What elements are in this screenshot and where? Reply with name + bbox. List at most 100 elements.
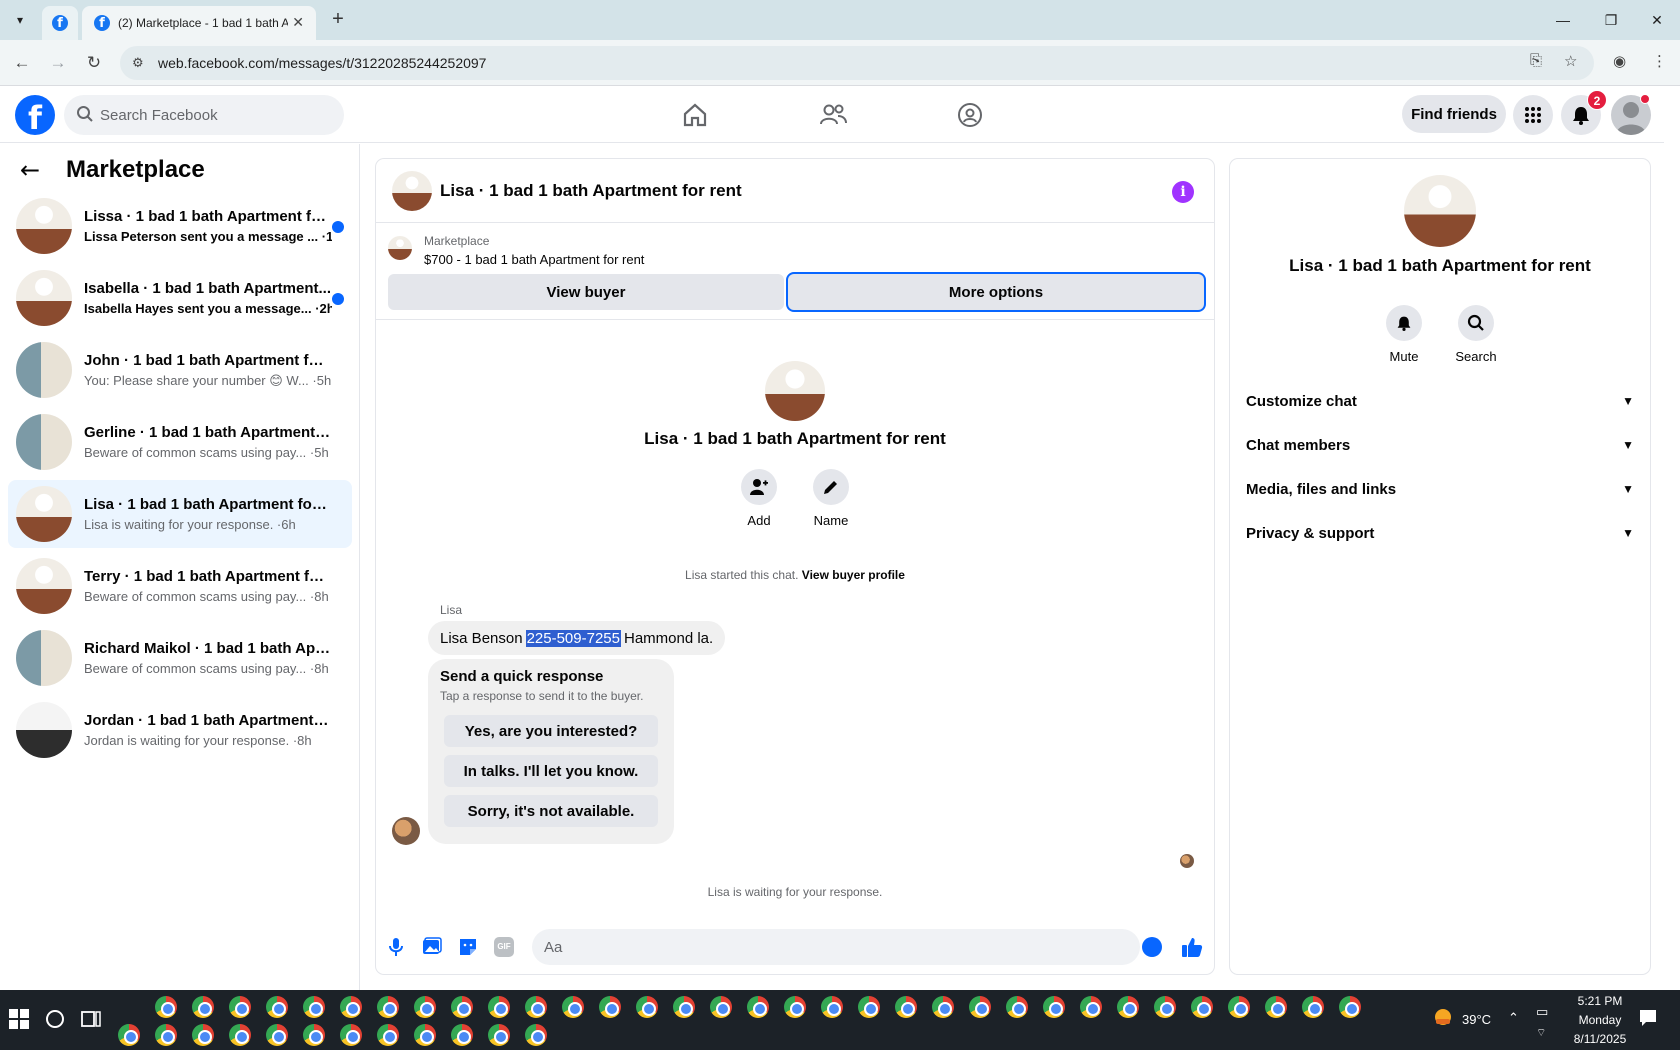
tab-close-icon[interactable]: ✕ [292,14,304,31]
menu-button[interactable] [1513,95,1553,135]
media-files-links-section[interactable]: Media, files and links ▼ [1246,469,1634,509]
taskbar-chrome-window-icon[interactable] [488,996,510,1018]
taskbar-chrome-window-icon[interactable] [414,996,436,1018]
find-friends-button[interactable]: Find friends [1402,95,1506,133]
taskbar-chrome-window-icon[interactable] [1043,996,1065,1018]
taskbar-chrome-window-icon[interactable] [340,1024,362,1046]
page-scrollbar[interactable] [1664,87,1680,990]
tab-marketplace[interactable]: f (2) Marketplace - 1 bad 1 bath Apartme… [82,6,316,40]
taskbar-chrome-window-icon[interactable] [451,1024,473,1046]
taskbar-chrome-window-icon[interactable] [636,996,658,1018]
view-buyer-profile-link[interactable]: View buyer profile [802,568,905,582]
edit-name-button[interactable]: Name [801,469,861,528]
taskbar-chrome-window-icon[interactable] [266,1024,288,1046]
taskbar-chrome-window-icon[interactable] [303,1024,325,1046]
taskbar-chrome-window-icon[interactable] [229,1024,251,1046]
notification-center-icon[interactable] [1638,1008,1658,1028]
search-input[interactable]: Search Facebook [64,95,344,135]
add-people-button[interactable]: Add [729,469,789,528]
taskbar-chrome-window-icon[interactable] [747,996,769,1018]
taskbar-chrome-window-icon[interactable] [414,1024,436,1046]
conversation-item[interactable]: Jordan · 1 bad 1 bath Apartment fo... Jor… [8,696,352,764]
taskbar-chrome-window-icon[interactable] [118,1024,140,1046]
taskbar-chrome-window-icon[interactable] [1006,996,1028,1018]
conversation-item-active[interactable]: Lisa · 1 bad 1 bath Apartment for r... Li… [8,480,352,548]
taskbar-chrome-window-icon[interactable] [192,1024,214,1046]
site-info-icon[interactable]: ⚙ [132,55,144,71]
taskbar-chrome-window-icon[interactable] [451,996,473,1018]
forward-button[interactable]: → [46,51,70,75]
bookmark-star-icon[interactable]: ☆ [1564,52,1577,70]
listing-price[interactable]: $700 - 1 bad 1 bath Apartment for rent [424,252,644,267]
nav-friends[interactable] [813,97,853,133]
facebook-logo[interactable]: f [15,95,55,135]
taskbar-chrome-window-icon[interactable] [562,996,584,1018]
chat-members-section[interactable]: Chat members ▼ [1246,425,1634,465]
taskbar-chrome-window-icon[interactable] [340,996,362,1018]
taskbar-chrome-window-icon[interactable] [599,996,621,1018]
taskbar-chrome-window-icon[interactable] [1265,996,1287,1018]
attach-photo-button[interactable] [420,935,444,959]
taskbar-chrome-window-icon[interactable] [1080,996,1102,1018]
gif-button[interactable]: GIF [492,935,516,959]
message-input[interactable]: Aa [532,929,1140,965]
taskbar-chrome-window-icon[interactable] [266,996,288,1018]
back-button[interactable]: ← [10,51,34,75]
profile-icon[interactable]: ◉ [1613,52,1626,70]
conversation-item[interactable]: John · 1 bad 1 bath Apartment for ... You… [8,336,352,404]
reload-button[interactable]: ↻ [82,51,106,75]
search-circle-icon[interactable] [44,1008,66,1030]
taskbar-chrome-window-icon[interactable] [1191,996,1213,1018]
task-view-icon[interactable] [80,1008,102,1030]
quick-response-button[interactable]: Yes, are you interested? [444,715,658,747]
windows-start-icon[interactable] [8,1008,30,1030]
taskbar-chrome-window-icon[interactable] [1117,996,1139,1018]
tab-facebook-pinned[interactable]: f [42,6,78,40]
mute-button[interactable]: Mute [1372,305,1436,364]
taskbar-chrome-window-icon[interactable] [155,996,177,1018]
emoji-icon[interactable] [1142,937,1162,957]
sender-avatar[interactable] [392,817,420,845]
customize-chat-section[interactable]: Customize chat ▼ [1246,381,1634,421]
nav-groups[interactable] [950,97,990,133]
tab-search-button[interactable]: ▾ [6,8,34,32]
taskbar-chrome-window-icon[interactable] [525,1024,547,1046]
weather-icon[interactable] [1432,1006,1454,1028]
close-window-button[interactable]: ✕ [1642,8,1672,32]
voice-clip-button[interactable] [384,935,408,959]
taskbar-chrome-window-icon[interactable] [895,996,917,1018]
new-tab-button[interactable]: + [326,8,350,32]
quick-response-button[interactable]: In talks. I'll let you know. [444,755,658,787]
display-icon[interactable]: ▭ [1536,1004,1548,1020]
wifi-icon[interactable]: ⌔ [1536,1026,1546,1040]
taskbar-chrome-window-icon[interactable] [155,1024,177,1046]
taskbar-chrome-window-icon[interactable] [192,996,214,1018]
taskbar-chrome-window-icon[interactable] [377,996,399,1018]
taskbar-chrome-window-icon[interactable] [1302,996,1324,1018]
taskbar-chrome-window-icon[interactable] [377,1024,399,1046]
taskbar-chrome-window-icon[interactable] [1154,996,1176,1018]
conversation-item[interactable]: Richard Maikol · 1 bad 1 bath Apar... Bew… [8,624,352,692]
info-icon[interactable]: i [1172,181,1194,203]
view-buyer-button[interactable]: View buyer [388,274,784,310]
taskbar-chrome-window-icon[interactable] [673,996,695,1018]
chat-title[interactable]: Lisa · 1 bad 1 bath Apartment for rent [440,181,742,201]
privacy-support-section[interactable]: Privacy & support ▼ [1246,513,1634,553]
tray-overflow-icon[interactable]: ⌃ [1508,1010,1519,1026]
taskbar-chrome-window-icon[interactable] [525,996,547,1018]
back-arrow-icon[interactable]: ← [20,156,50,184]
taskbar-chrome-window-icon[interactable] [932,996,954,1018]
taskbar-chrome-window-icon[interactable] [821,996,843,1018]
like-button[interactable] [1180,935,1204,959]
taskbar-chrome-window-icon[interactable] [969,996,991,1018]
more-options-button[interactable]: More options [788,274,1204,310]
install-app-icon[interactable]: ⎘ [1530,52,1542,69]
taskbar-chrome-window-icon[interactable] [710,996,732,1018]
conversation-item[interactable]: Terry · 1 bad 1 bath Apartment for ... Be… [8,552,352,620]
taskbar-chrome-window-icon[interactable] [229,996,251,1018]
taskbar-chrome-window-icon[interactable] [1339,996,1361,1018]
quick-response-button[interactable]: Sorry, it's not available. [444,795,658,827]
taskbar-chrome-window-icon[interactable] [858,996,880,1018]
conversation-item[interactable]: Lissa · 1 bad 1 bath Apartment fo... Liss… [8,192,352,260]
search-in-chat-button[interactable]: Search [1444,305,1508,364]
